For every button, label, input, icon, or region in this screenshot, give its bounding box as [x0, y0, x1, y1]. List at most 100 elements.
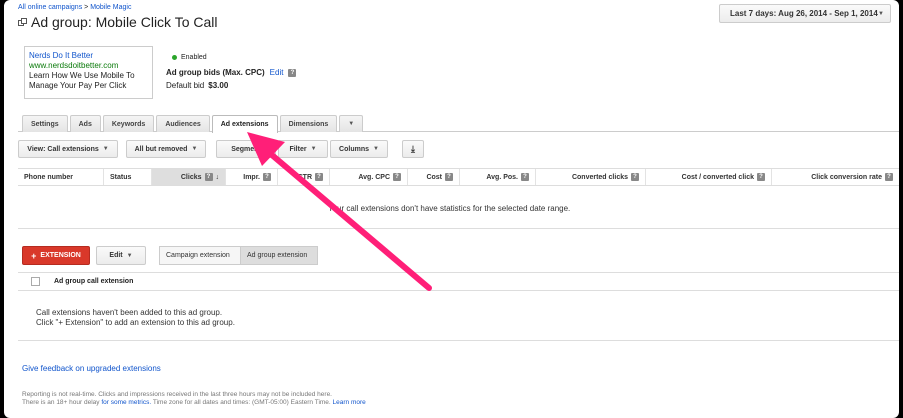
footer-line1: Reporting is not real-time. Clicks and i… [22, 391, 332, 398]
col-ctr[interactable]: CTR ? [278, 169, 330, 185]
segment-label: Segment [231, 145, 261, 153]
status-label: Enabled [181, 54, 207, 61]
breadcrumb-separator: > [84, 4, 89, 11]
ad-group-bids: Ad group bids (Max. CPC) Edit ? [166, 68, 297, 77]
empty-extension-line1: Call extensions haven't been added to th… [36, 308, 223, 317]
tab-settings[interactable]: Settings [22, 115, 68, 132]
title-row: Ad group: Mobile Click To Call [18, 14, 218, 30]
breadcrumb: All online campaigns > Mobile Magic [18, 4, 131, 11]
footer-timezone-text: Time zone for all dates and times: (GMT-… [152, 399, 331, 406]
filter-button[interactable]: Filter ▼ [278, 140, 328, 158]
edit-bids-link[interactable]: Edit [270, 68, 284, 77]
help-icon[interactable]: ? [393, 173, 401, 181]
help-icon[interactable]: ? [757, 173, 765, 181]
feedback-link[interactable]: Give feedback on upgraded extensions [22, 364, 161, 373]
col-impressions-label: Impr. [243, 173, 260, 181]
default-bid: Default bid $3.00 [166, 81, 228, 90]
col-clicks[interactable]: Clicks ? ↓ [152, 169, 226, 185]
ad-group-icon [18, 17, 27, 26]
col-click-conversion-rate[interactable]: Click conversion rate ? [772, 169, 899, 185]
columns-label: Columns [339, 145, 369, 153]
col-avg-pos-label: Avg. Pos. [486, 173, 518, 181]
empty-stats-message: Your call extensions don't have statisti… [328, 204, 571, 213]
view-selector-label: View: Call extensions [27, 145, 99, 153]
status-filter-label: All but removed [134, 145, 188, 153]
ad-headline[interactable]: Nerds Do It Better [29, 51, 148, 61]
date-range-selector[interactable]: Last 7 days: Aug 26, 2014 - Sep 1, 2014 … [719, 4, 891, 23]
col-cost-per-converted-click-label: Cost / converted click [681, 173, 754, 181]
ad-preview: Nerds Do It Better www.nerdsdoitbetter.c… [24, 46, 153, 99]
help-icon[interactable]: ? [204, 173, 213, 181]
footer-note: Reporting is not real-time. Clicks and i… [22, 391, 366, 407]
breadcrumb-all-campaigns[interactable]: All online campaigns [18, 4, 82, 11]
some-metrics-link[interactable]: for some metrics. [101, 399, 151, 406]
chevron-down-icon: ▼ [878, 10, 884, 17]
help-icon[interactable]: ? [288, 68, 297, 77]
col-impressions[interactable]: Impr. ? [226, 169, 278, 185]
col-click-conversion-rate-label: Click conversion rate [811, 173, 882, 181]
download-button[interactable]: ⤓ [402, 140, 424, 158]
help-icon[interactable]: ? [445, 173, 453, 181]
tab-more[interactable]: ▼ [339, 115, 364, 132]
col-phone-number[interactable]: Phone number [18, 169, 104, 185]
extension-table-header: Ad group call extension [18, 272, 899, 291]
default-bid-value: $3.00 [208, 81, 229, 90]
download-icon: ⤓ [411, 143, 415, 154]
help-icon[interactable]: ? [263, 173, 271, 181]
help-icon[interactable]: ? [521, 173, 529, 181]
columns-button[interactable]: Columns ▼ [330, 140, 388, 158]
chevron-down-icon: ▼ [348, 121, 355, 127]
plus-icon: + [31, 250, 37, 261]
col-status[interactable]: Status [104, 169, 152, 185]
tab-ad-extensions[interactable]: Ad extensions [211, 115, 278, 133]
tab-keywords[interactable]: Keywords [102, 115, 155, 132]
col-cost-label: Cost [426, 173, 442, 181]
stats-table-header: Phone number Status Clicks ? ↓ Impr. ? C… [18, 168, 899, 186]
date-range-label: Last 7 days: Aug 26, 2014 - Sep 1, 2014 [730, 9, 878, 18]
bids-label: Ad group bids (Max. CPC) [166, 68, 265, 77]
empty-extension-message: Call extensions haven't been added to th… [36, 308, 235, 328]
select-all-checkbox[interactable] [31, 277, 40, 286]
chevron-down-icon: ▼ [102, 146, 109, 152]
ad-group-extension-toggle[interactable]: Ad group extension [240, 246, 318, 265]
chevron-down-icon: ▼ [126, 252, 133, 259]
ad-display-url: www.nerdsdoitbetter.com [29, 61, 119, 70]
col-cost-per-converted-click[interactable]: Cost / converted click ? [646, 169, 772, 185]
stats-table-body: Your call extensions don't have statisti… [18, 186, 899, 229]
default-bid-label: Default bid [166, 81, 205, 90]
adwords-window: All online campaigns > Mobile Magic Ad g… [4, 0, 899, 418]
breadcrumb-campaign[interactable]: Mobile Magic [90, 4, 131, 11]
tab-dimensions[interactable]: Dimensions [279, 115, 338, 132]
ad-description-line1: Learn How We Use Mobile To [29, 71, 135, 80]
extension-table-body: Call extensions haven't been added to th… [18, 291, 899, 341]
segment-button[interactable]: Segment [216, 140, 276, 158]
view-selector[interactable]: View: Call extensions ▼ [18, 140, 118, 158]
filter-label: Filter [289, 145, 307, 153]
empty-extension-line2: Click "+ Extension" to add an extension … [36, 318, 235, 327]
col-cost[interactable]: Cost ? [408, 169, 460, 185]
page-title: Ad group: Mobile Click To Call [31, 14, 218, 30]
col-avg-cpc[interactable]: Avg. CPC ? [330, 169, 408, 185]
tab-bar: Settings Ads Keywords Audiences Ad exten… [22, 115, 364, 133]
learn-more-link[interactable]: Learn more [333, 399, 366, 406]
help-icon[interactable]: ? [315, 173, 323, 181]
campaign-extension-toggle[interactable]: Campaign extension [159, 246, 241, 265]
tab-audiences[interactable]: Audiences [156, 115, 210, 132]
help-icon[interactable]: ? [631, 173, 639, 181]
chevron-down-icon: ▼ [310, 146, 317, 152]
col-converted-clicks[interactable]: Converted clicks ? [536, 169, 646, 185]
edit-button[interactable]: Edit ▼ [96, 246, 146, 265]
edit-button-label: Edit [109, 252, 123, 259]
col-ad-group-call-extension[interactable]: Ad group call extension [54, 278, 133, 285]
ad-description-line2: Manage Your Pay Per Click [29, 81, 127, 90]
help-icon[interactable]: ? [885, 173, 893, 181]
add-extension-label: EXTENSION [40, 252, 81, 259]
col-avg-cpc-label: Avg. CPC [358, 173, 390, 181]
tab-ads[interactable]: Ads [69, 115, 101, 132]
status-filter[interactable]: All but removed ▼ [126, 140, 206, 158]
add-extension-button[interactable]: + EXTENSION [22, 246, 90, 265]
col-converted-clicks-label: Converted clicks [571, 173, 628, 181]
col-clicks-label: Clicks [180, 173, 202, 181]
status-dot-icon [172, 55, 177, 60]
col-avg-pos[interactable]: Avg. Pos. ? [460, 169, 536, 185]
